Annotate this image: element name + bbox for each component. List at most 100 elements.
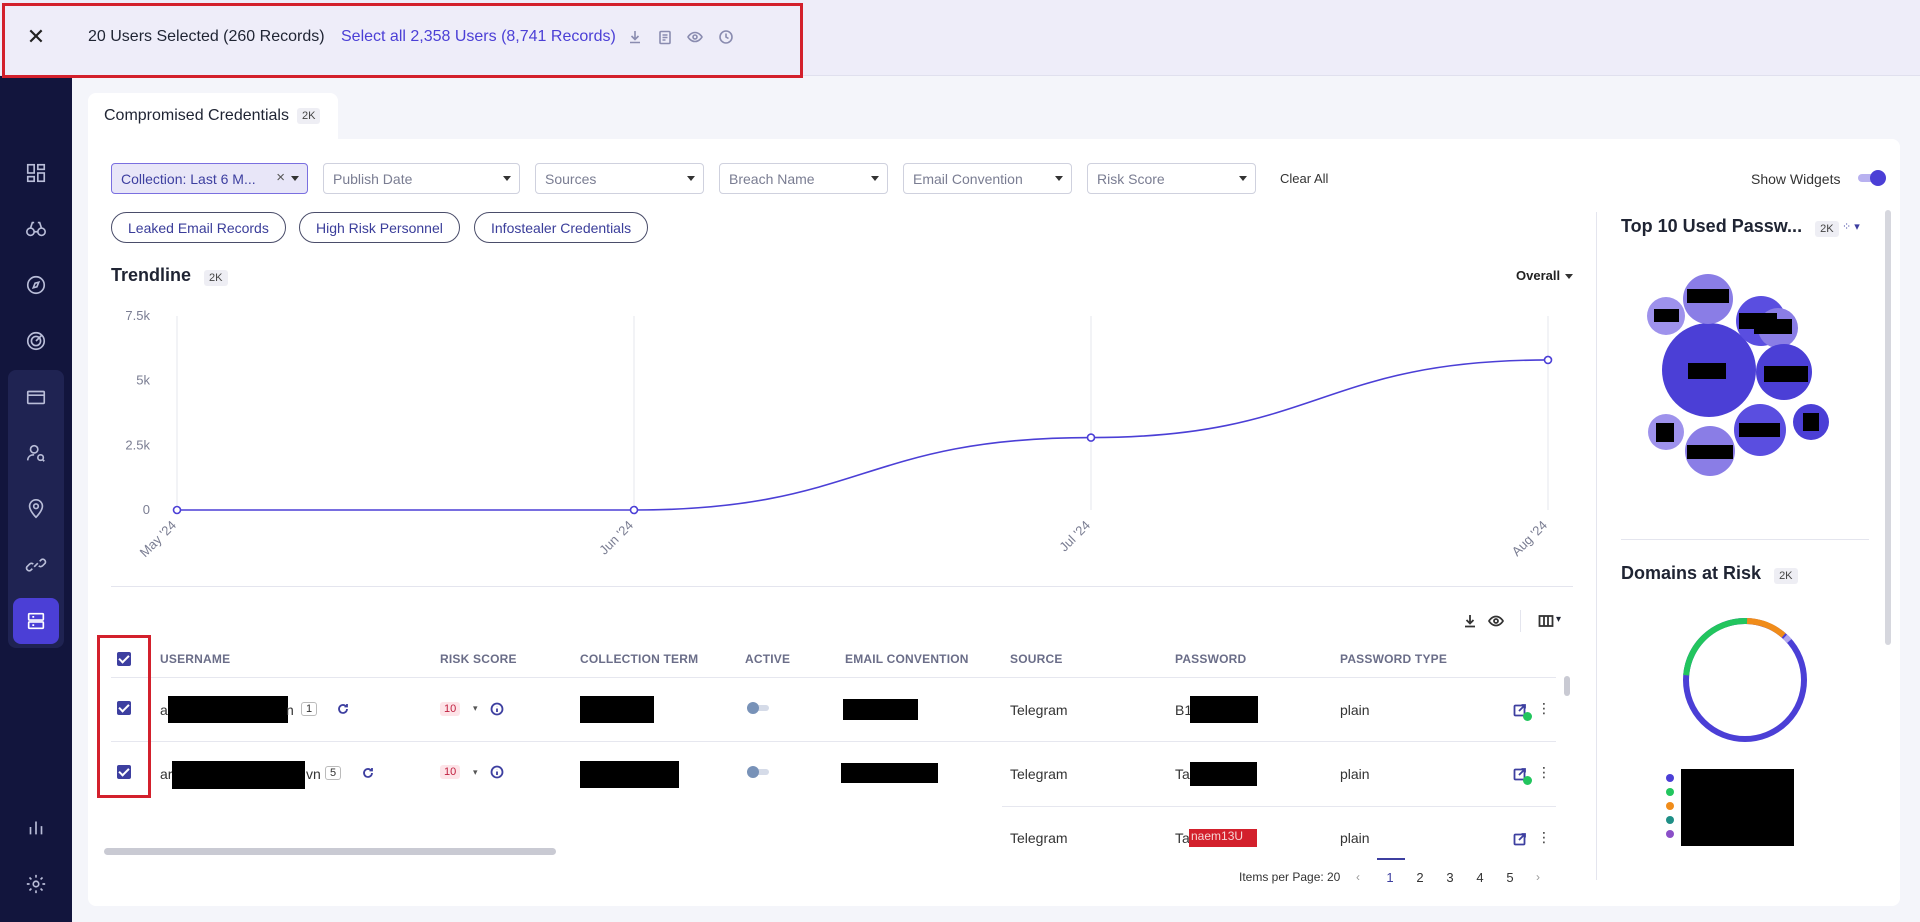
card-icon[interactable] bbox=[18, 379, 54, 415]
clear-all-button[interactable]: Clear All bbox=[1280, 171, 1328, 186]
compass-icon[interactable] bbox=[18, 267, 54, 303]
risk-score-filter[interactable]: Risk Score bbox=[1087, 163, 1256, 194]
leaked-email-records-pill[interactable]: Leaked Email Records bbox=[111, 212, 286, 243]
database-icon[interactable] bbox=[13, 598, 59, 644]
chevron-down-icon[interactable]: ▾ bbox=[1556, 614, 1561, 625]
overall-dropdown[interactable]: Overall bbox=[1516, 268, 1573, 283]
redacted-label bbox=[1754, 319, 1792, 334]
table-horizontal-scrollbar[interactable] bbox=[104, 848, 556, 855]
refresh-icon[interactable] bbox=[361, 766, 375, 783]
password-type-cell: plain bbox=[1340, 830, 1370, 846]
header-password-type[interactable]: PASSWORD TYPE bbox=[1340, 652, 1447, 666]
tab-badge: 2K bbox=[296, 108, 321, 124]
gear-icon[interactable] bbox=[18, 866, 54, 902]
redacted-label bbox=[1803, 413, 1819, 431]
redacted-username bbox=[172, 761, 305, 789]
tab-compromised-credentials[interactable]: Compromised Credentials 2K bbox=[88, 93, 338, 139]
chevron-down-icon[interactable]: ▾ bbox=[473, 703, 478, 714]
trendline-title: Trendline 2K bbox=[111, 265, 228, 286]
show-widgets-toggle[interactable] bbox=[1858, 170, 1886, 186]
more-options-icon[interactable]: ⋮ bbox=[1537, 764, 1551, 781]
chevron-down-icon bbox=[1055, 176, 1063, 181]
record-count: 1 bbox=[301, 702, 318, 716]
y-tick-label: 5k bbox=[136, 373, 150, 388]
header-active[interactable]: ACTIVE bbox=[745, 652, 790, 666]
link-icon[interactable] bbox=[18, 547, 54, 583]
header-username[interactable]: USERNAME bbox=[160, 652, 230, 666]
breach-name-filter[interactable]: Breach Name bbox=[719, 163, 888, 194]
page-1[interactable]: 1 bbox=[1382, 870, 1398, 885]
header-collection-term[interactable]: COLLECTION TERM bbox=[580, 652, 698, 666]
dashboard-icon[interactable] bbox=[18, 155, 54, 191]
password-prefix: Ta bbox=[1175, 830, 1190, 846]
header-email-convention[interactable]: EMAIL CONVENTION bbox=[845, 652, 969, 666]
page-4[interactable]: 4 bbox=[1472, 870, 1488, 885]
page-2[interactable]: 2 bbox=[1412, 870, 1428, 885]
chevron-down-icon bbox=[503, 176, 511, 181]
refresh-icon[interactable] bbox=[336, 702, 350, 719]
binoculars-icon[interactable] bbox=[18, 211, 54, 247]
columns-icon[interactable] bbox=[1538, 613, 1554, 632]
password-type-cell: plain bbox=[1340, 766, 1370, 782]
password-type-cell: plain bbox=[1340, 702, 1370, 718]
data-point bbox=[629, 505, 639, 515]
open-external-icon[interactable] bbox=[1513, 832, 1527, 849]
redacted-label bbox=[1687, 445, 1733, 459]
x-tick-label: Jul '24 bbox=[1056, 518, 1093, 555]
header-password[interactable]: PASSWORD bbox=[1175, 652, 1246, 666]
location-icon[interactable] bbox=[18, 491, 54, 527]
redacted-label bbox=[1739, 423, 1780, 437]
active-toggle[interactable] bbox=[747, 702, 771, 714]
publish-date-filter[interactable]: Publish Date bbox=[323, 163, 520, 194]
page-3[interactable]: 3 bbox=[1442, 870, 1458, 885]
username-suffix: n bbox=[286, 702, 294, 718]
redacted-label bbox=[1688, 363, 1726, 379]
trendline-chart: 7.5k 5k 2.5k 0May '24 Jun '24 Jul '24 Aug '24 bbox=[125, 308, 1553, 560]
items-per-page-label: Items per Page: bbox=[1239, 870, 1324, 884]
domains-title-text: Domains at Risk bbox=[1621, 563, 1762, 583]
source-cell: Telegram bbox=[1010, 830, 1068, 846]
redacted-label bbox=[1654, 309, 1679, 322]
info-icon[interactable] bbox=[490, 702, 504, 719]
verified-badge-icon bbox=[1523, 776, 1532, 785]
active-toggle[interactable] bbox=[747, 766, 771, 778]
legend-dot bbox=[1666, 816, 1674, 824]
email-convention-label: Email Convention bbox=[913, 170, 1023, 187]
widgets-scrollbar[interactable] bbox=[1885, 210, 1891, 645]
table-vertical-scrollbar[interactable] bbox=[1564, 676, 1570, 696]
more-options-icon[interactable]: ⋮ bbox=[1537, 829, 1551, 846]
next-page-icon[interactable]: › bbox=[1536, 870, 1540, 884]
y-tick-label: 7.5k bbox=[125, 308, 150, 323]
selection-highlight bbox=[2, 3, 803, 78]
data-point bbox=[172, 505, 182, 515]
sources-filter[interactable]: Sources bbox=[535, 163, 704, 194]
header-risk-score[interactable]: RISK SCORE bbox=[440, 652, 517, 666]
info-icon[interactable] bbox=[490, 765, 504, 782]
legend-dot bbox=[1666, 830, 1674, 838]
more-options-icon[interactable]: ⋮ bbox=[1537, 700, 1551, 717]
email-convention-filter[interactable]: Email Convention bbox=[903, 163, 1072, 194]
tab-label: Compromised Credentials bbox=[104, 107, 289, 124]
bar-chart-icon[interactable] bbox=[18, 809, 54, 845]
trendline-title-text: Trendline bbox=[111, 265, 192, 285]
high-risk-personnel-pill[interactable]: High Risk Personnel bbox=[299, 212, 460, 243]
infostealer-credentials-pill[interactable]: Infostealer Credentials bbox=[474, 212, 649, 243]
download-icon[interactable] bbox=[1462, 613, 1478, 632]
chart-divider bbox=[111, 586, 1573, 587]
prev-page-icon[interactable]: ‹ bbox=[1356, 870, 1360, 884]
page-5[interactable]: 5 bbox=[1502, 870, 1518, 885]
radar-icon[interactable] bbox=[18, 323, 54, 359]
x-tick-label: Jun '24 bbox=[596, 518, 636, 558]
chevron-down-icon[interactable]: ▾ bbox=[473, 767, 478, 778]
toolbar-divider bbox=[1520, 610, 1521, 632]
row-divider bbox=[111, 741, 1556, 742]
user-search-icon[interactable] bbox=[18, 435, 54, 471]
chevron-down-icon bbox=[687, 176, 695, 181]
show-widgets-label: Show Widgets bbox=[1751, 171, 1841, 187]
chart-type-dropdown[interactable]: ⁘ ▾ bbox=[1842, 220, 1860, 233]
items-per-page-value[interactable]: 20 bbox=[1327, 870, 1340, 884]
eye-icon[interactable] bbox=[1487, 613, 1505, 632]
clear-filter-icon[interactable]: × bbox=[276, 169, 285, 186]
collection-filter[interactable]: Collection: Last 6 M... × bbox=[111, 163, 308, 194]
header-source[interactable]: SOURCE bbox=[1010, 652, 1063, 666]
